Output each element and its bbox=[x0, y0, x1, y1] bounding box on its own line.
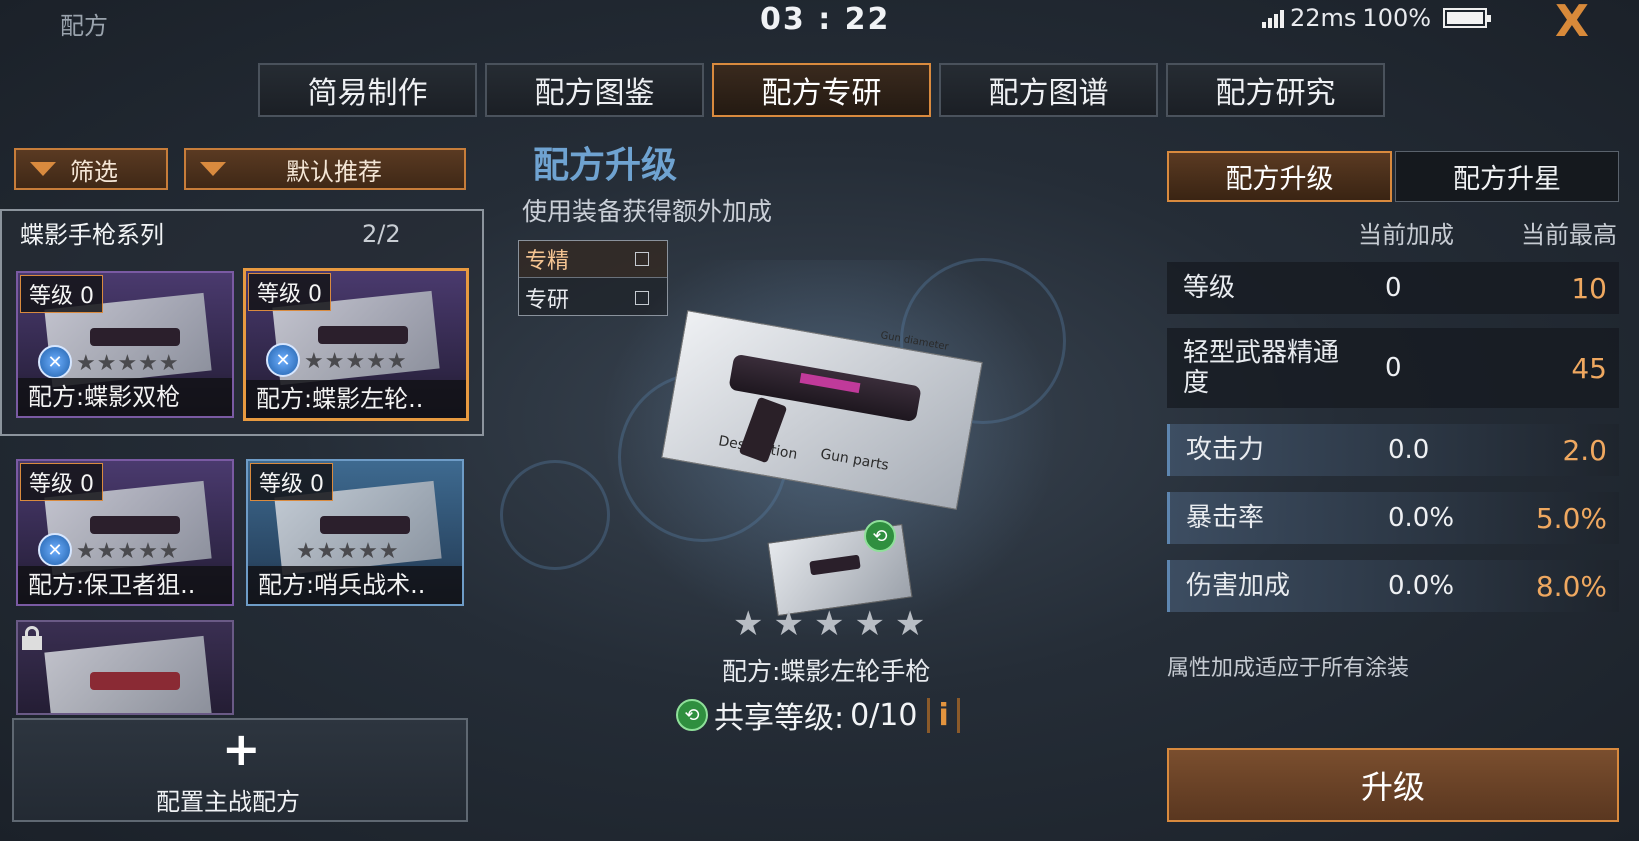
share-level-row: ⟲ 共享等级: 0/10 i bbox=[676, 693, 960, 737]
tab-recipe-atlas[interactable]: 配方图谱 bbox=[939, 63, 1158, 117]
stat-row: 伤害加成 0.0% 8.0% bbox=[1167, 560, 1619, 612]
tab-recipe-study[interactable]: 配方专研 bbox=[712, 63, 931, 117]
info-button[interactable]: i bbox=[927, 697, 960, 733]
battery-text: 100% bbox=[1362, 4, 1432, 32]
stat-row: 攻击力 0.0 2.0 bbox=[1167, 424, 1619, 476]
check-study-label: 专研 bbox=[525, 287, 570, 313]
stat-current: 0.0% bbox=[1388, 503, 1455, 533]
series-count: 2/2 bbox=[362, 220, 401, 248]
section-title: 配方升级 bbox=[533, 145, 678, 186]
chevron-down-icon bbox=[30, 162, 56, 176]
tab-simple-craft[interactable]: 简易制作 bbox=[258, 63, 477, 117]
recipe-name: 配方:保卫者狙.. bbox=[18, 566, 232, 604]
page-title: 配方 bbox=[60, 12, 108, 40]
weapon-image bbox=[320, 516, 410, 534]
weapon-image bbox=[90, 328, 180, 346]
status-bar: 22ms 100% bbox=[1262, 4, 1492, 32]
star-rating: ★★★★★ bbox=[304, 349, 408, 374]
main-tabs: 简易制作 配方图鉴 配方专研 配方图谱 配方研究 bbox=[258, 63, 1385, 117]
star-rating: ★★★★★ bbox=[76, 539, 180, 564]
plus-icon: + bbox=[222, 722, 261, 776]
wrench-icon: ✕ bbox=[266, 343, 300, 377]
stat-label: 攻击力 bbox=[1186, 435, 1265, 465]
locked-recipe-card[interactable] bbox=[16, 620, 234, 715]
configure-main-recipe-label: 配置主战配方 bbox=[156, 788, 300, 816]
filter-button[interactable]: 筛选 bbox=[14, 148, 168, 190]
stat-label: 轻型武器精通度 bbox=[1183, 338, 1340, 398]
star-rating: ★★★★★ bbox=[76, 351, 180, 376]
share-icon: ⟲ bbox=[676, 699, 708, 731]
share-level-label: 共享等级: bbox=[714, 701, 845, 736]
recipe-name: 配方:蝶影双枪 bbox=[18, 378, 232, 416]
wrench-icon: ✕ bbox=[38, 533, 72, 567]
decorative-ring bbox=[500, 460, 610, 570]
stat-label: 等级 bbox=[1183, 273, 1236, 303]
stat-current: 0 bbox=[1385, 273, 1402, 303]
tab-recipe-catalog[interactable]: 配方图鉴 bbox=[485, 63, 704, 117]
column-current-bonus: 当前加成 bbox=[1358, 221, 1454, 249]
recipe-name: 配方:蝶影左轮.. bbox=[246, 380, 466, 418]
stat-label: 伤害加成 bbox=[1186, 571, 1291, 601]
stat-current: 0 bbox=[1385, 353, 1402, 383]
weapon-image bbox=[90, 672, 180, 690]
column-current-max: 当前最高 bbox=[1521, 221, 1617, 249]
series-title: 蝶影手枪系列 bbox=[20, 221, 164, 249]
tab-recipe-star-up[interactable]: 配方升星 bbox=[1395, 151, 1619, 202]
close-button[interactable]: X bbox=[1555, 0, 1589, 47]
stat-max: 10 bbox=[1571, 272, 1607, 305]
level-badge: 等级 0 bbox=[250, 463, 333, 501]
filter-label: 筛选 bbox=[70, 157, 118, 186]
level-badge: 等级 0 bbox=[20, 463, 103, 501]
recipe-card[interactable]: 等级 0 ✕ ★★★★★ 配方:保卫者狙.. bbox=[16, 459, 234, 606]
upgrade-button[interactable]: 升级 bbox=[1167, 748, 1619, 822]
stat-max: 8.0% bbox=[1535, 570, 1607, 603]
recipe-name: 配方:哨兵战术.. bbox=[248, 566, 462, 604]
recipe-card-selected[interactable]: 等级 0 ✕ ★★★★★ 配方:蝶影左轮.. bbox=[243, 268, 469, 421]
clock: 03 : 22 bbox=[760, 2, 891, 37]
share-icon: ⟲ bbox=[864, 520, 896, 552]
recipe-card[interactable]: 等级 0 ✕ ★★★★★ 配方:蝶影双枪 bbox=[16, 271, 234, 418]
star-rating: ★★★★★ bbox=[733, 604, 936, 644]
weapon-image bbox=[90, 516, 180, 534]
stat-max: 5.0% bbox=[1535, 502, 1607, 535]
share-level-value: 0/10 bbox=[850, 697, 918, 733]
battery-icon bbox=[1443, 8, 1492, 28]
level-badge: 等级 0 bbox=[248, 273, 331, 311]
tab-recipe-upgrade[interactable]: 配方升级 bbox=[1167, 151, 1392, 202]
stat-current: 0.0 bbox=[1388, 435, 1430, 465]
bonus-note: 属性加成适应于所有涂装 bbox=[1167, 656, 1410, 681]
signal-icon bbox=[1262, 8, 1284, 28]
check-mastery-label: 专精 bbox=[525, 249, 570, 274]
recipe-name: 配方:蝶影左轮手枪 bbox=[722, 657, 931, 686]
star-rating: ★★★★★ bbox=[296, 539, 400, 564]
section-subtitle: 使用装备获得额外加成 bbox=[522, 197, 773, 226]
stat-max: 2.0 bbox=[1562, 434, 1607, 467]
chevron-down-icon bbox=[200, 162, 226, 176]
recipe-card[interactable]: 等级 0 ★★★★★ 配方:哨兵战术.. bbox=[246, 459, 464, 606]
stat-current: 0.0% bbox=[1388, 571, 1455, 601]
stat-row: 等级 0 10 bbox=[1167, 262, 1619, 314]
weapon-image bbox=[318, 326, 408, 344]
level-badge: 等级 0 bbox=[20, 275, 103, 313]
lock-icon bbox=[22, 626, 42, 650]
sort-dropdown[interactable]: 默认推荐 bbox=[184, 148, 466, 190]
tab-recipe-research[interactable]: 配方研究 bbox=[1166, 63, 1385, 117]
stat-row: 轻型武器精通度 0 45 bbox=[1167, 328, 1619, 408]
stat-row: 暴击率 0.0% 5.0% bbox=[1167, 492, 1619, 544]
stat-max: 45 bbox=[1571, 352, 1607, 385]
sort-label: 默认推荐 bbox=[286, 157, 382, 186]
wrench-icon: ✕ bbox=[38, 345, 72, 379]
ping-text: 22ms bbox=[1290, 4, 1357, 32]
stat-label: 暴击率 bbox=[1186, 503, 1265, 533]
